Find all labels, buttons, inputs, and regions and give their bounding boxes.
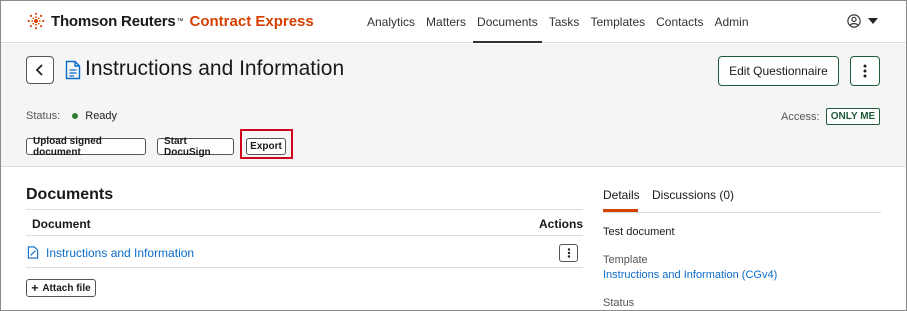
template-label: Template (603, 254, 648, 266)
upload-signed-document-button[interactable]: Upload signed document (26, 136, 146, 158)
document-description: Test document (603, 226, 675, 238)
nav-matters[interactable]: Matters (426, 1, 466, 43)
more-options-button[interactable] (850, 56, 880, 86)
logo[interactable]: Thomson Reuters ™ Contract Express (27, 11, 314, 31)
attach-file-label: Attach file (42, 282, 91, 294)
template-link[interactable]: Instructions and Information (CGv4) (603, 269, 777, 281)
column-header-document: Document (32, 217, 91, 231)
document-link[interactable]: Instructions and Information (46, 246, 194, 260)
edit-questionnaire-button[interactable]: Edit Questionnaire (718, 56, 839, 86)
kebab-menu-icon (863, 64, 867, 78)
brand-name: Thomson Reuters (51, 12, 176, 30)
details-status-label: Status (603, 297, 635, 309)
attach-file-button[interactable]: + Attach file (26, 279, 96, 297)
chevron-left-icon (35, 64, 43, 76)
nav-tasks[interactable]: Tasks (549, 1, 580, 43)
nav-admin[interactable]: Admin (715, 1, 749, 43)
nav-contacts[interactable]: Contacts (656, 1, 703, 43)
start-docusign-button[interactable]: Start DocuSign (157, 136, 234, 158)
main-nav: Analytics Matters Documents Tasks Templa… (367, 1, 760, 43)
status-label: Status: (26, 110, 61, 122)
status-value: Ready (85, 110, 118, 122)
access-label: Access: (781, 111, 820, 123)
chevron-down-icon (868, 18, 878, 24)
document-edit-icon (27, 246, 39, 259)
kebab-menu-icon (567, 248, 570, 258)
plus-icon: + (31, 281, 39, 295)
row-actions-button[interactable] (559, 244, 578, 262)
table-row: Instructions and Information (26, 237, 583, 268)
nav-templates[interactable]: Templates (590, 1, 645, 43)
tab-discussions[interactable]: Discussions (0) (652, 188, 734, 202)
back-button[interactable] (26, 56, 54, 84)
document-icon (65, 60, 81, 80)
tab-divider (603, 212, 881, 213)
nav-analytics[interactable]: Analytics (367, 1, 415, 43)
column-header-actions: Actions (538, 217, 583, 231)
product-name: Contract Express (189, 12, 314, 30)
document-header: Instructions and Information Edit Questi… (1, 44, 906, 167)
app-window: Thomson Reuters ™ Contract Express Analy… (0, 0, 907, 311)
nav-documents[interactable]: Documents (473, 1, 542, 43)
status-row: Status: Ready (26, 110, 117, 122)
thomson-reuters-logo-icon (27, 12, 45, 30)
documents-table-header: Document Actions (26, 209, 583, 236)
status-dot-icon (72, 113, 79, 119)
export-highlight-annotation (240, 129, 293, 159)
user-menu[interactable] (847, 14, 878, 28)
page-title: Instructions and Information (85, 57, 345, 80)
access-badge[interactable]: ONLY ME (826, 108, 880, 125)
user-avatar-icon (847, 14, 861, 28)
brand-trademark: ™ (176, 17, 184, 25)
top-navigation-bar: Thomson Reuters ™ Contract Express Analy… (1, 1, 906, 43)
tab-details[interactable]: Details (603, 188, 640, 202)
documents-section-title: Documents (26, 186, 114, 203)
